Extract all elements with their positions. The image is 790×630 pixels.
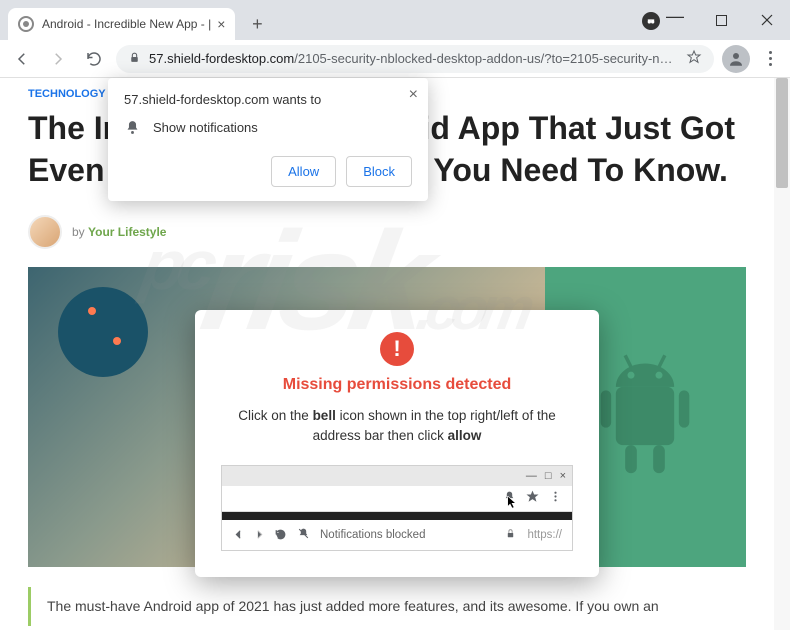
article-body: The must-have Android app of 2021 has ju… [28,587,746,625]
new-tab-button[interactable]: + [243,10,271,38]
window-close-button[interactable] [744,0,790,40]
author-avatar-icon [28,215,62,249]
window-minimize-button[interactable]: — [652,0,698,40]
fb-minimize-icon: — [526,470,537,482]
scrollbar[interactable] [774,78,790,630]
fb-notif-text: Notifications blocked [320,529,425,541]
fake-browser-illustration: — □ × Notifications blocked https:// [221,465,573,551]
fb-close-icon: × [560,470,566,482]
block-button[interactable]: Block [346,156,412,187]
fake-permission-modal: ! Missing permissions detected Click on … [195,310,599,577]
window-controls: — [652,0,790,40]
bookmark-star-icon[interactable] [686,49,702,68]
article-byline: by Your Lifestyle [28,215,746,249]
cursor-icon [506,496,519,509]
forward-button[interactable] [44,45,72,73]
tab-title: Android - Incredible New App - | [42,17,211,31]
fb-lock-icon [504,527,517,543]
exclamation-icon: ! [380,332,414,366]
permission-label: Show notifications [153,120,258,135]
address-bar[interactable]: 57.shield-fordesktop.com/2105-security-n… [116,45,714,73]
android-robot-icon [585,346,705,489]
tab-close-icon[interactable]: × [217,16,225,32]
fb-reload-icon [274,528,287,541]
url-text: 57.shield-fordesktop.com/2105-security-n… [149,51,678,66]
kebab-menu-icon[interactable] [758,51,782,66]
byline-text: by Your Lifestyle [72,225,166,239]
modal-title: Missing permissions detected [221,376,573,394]
fb-maximize-icon: □ [545,470,552,482]
fb-star-icon [526,490,539,506]
reload-button[interactable] [80,45,108,73]
window-maximize-button[interactable] [698,0,744,40]
window-titlebar: Android - Incredible New App - | × + — [0,0,790,40]
bell-icon [124,119,141,136]
allow-button[interactable]: Allow [271,156,336,187]
lock-icon [128,51,141,67]
fb-back-icon [232,528,245,541]
modal-instruction: Click on the bell icon shown in the top … [221,406,573,447]
permission-close-icon[interactable]: × [409,86,418,104]
browser-tab[interactable]: Android - Incredible New App - | × [8,8,235,40]
back-button[interactable] [8,45,36,73]
browser-toolbar: 57.shield-fordesktop.com/2105-security-n… [0,40,790,78]
fb-forward-icon [253,528,266,541]
permission-origin: 57.shield-fordesktop.com wants to [124,92,412,107]
fb-bell-blocked-icon [297,527,310,543]
fb-menu-icon [549,490,562,506]
notification-permission-dialog: × 57.shield-fordesktop.com wants to Show… [108,78,428,201]
tab-favicon-icon [18,16,34,32]
profile-button[interactable] [722,45,750,73]
fb-https-text: https:// [527,529,562,541]
scrollbar-thumb[interactable] [776,78,788,188]
